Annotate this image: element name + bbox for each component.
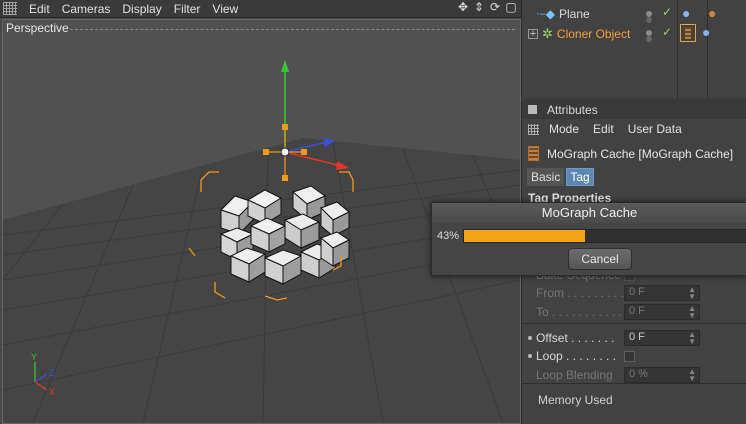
section-divider	[522, 323, 746, 324]
floor-plane	[3, 138, 520, 423]
to-field[interactable]: 0 F ▲ ▼	[624, 304, 700, 320]
spinner-icon[interactable]: ▲ ▼	[688, 305, 696, 320]
object-manager: ·– ◆ Plane ✓ ● ● + ✲ Cloner Object ✓ ●	[521, 0, 746, 98]
hierarchy-line-icon: ·–	[536, 7, 546, 20]
plane-icon: ◆	[545, 6, 556, 21]
axis-x-label: X	[49, 387, 55, 397]
to-row: To . . . . . . . . . . . 0 F ▲ ▼	[536, 304, 741, 320]
expand-toggle-icon[interactable]: +	[528, 28, 538, 39]
progress-percent: 43%	[437, 230, 460, 242]
animatable-dot[interactable]	[528, 336, 532, 340]
mograph-cache-icon	[528, 146, 539, 161]
rotate-icon[interactable]: ⟳	[489, 1, 501, 13]
viewport-view-label[interactable]: Perspective	[6, 21, 69, 35]
from-label: From . . . . . . . . .	[536, 286, 625, 300]
spinner-icon[interactable]: ▲ ▼	[688, 286, 696, 301]
menu-filter[interactable]: Filter	[174, 2, 201, 16]
render-dot[interactable]	[646, 36, 652, 42]
object-row-cloner[interactable]: + ✲ Cloner Object ✓ ●	[522, 24, 746, 43]
loop-blending-row: Loop Blending 0 % ▲ ▼	[536, 367, 741, 383]
memory-used-label: Memory Used	[538, 393, 613, 407]
enabled-check-icon[interactable]: ✓	[662, 25, 672, 39]
mograph-cache-dialog: MoGraph Cache 43% Cancel	[431, 202, 746, 276]
menu-user-data[interactable]: User Data	[628, 122, 682, 136]
object-row-plane[interactable]: ·– ◆ Plane ✓ ● ●	[522, 4, 746, 23]
menu-cameras[interactable]: Cameras	[62, 2, 111, 16]
animatable-dot[interactable]	[528, 354, 532, 358]
object-name-plane[interactable]: Plane	[559, 7, 590, 21]
menu-edit[interactable]: Edit	[29, 2, 50, 16]
viewport-menubar: Edit Cameras Display Filter View ✥ ⇕ ⟳ ▢	[0, 0, 521, 18]
menu-grid-icon[interactable]	[528, 123, 539, 135]
texture-tag-icon[interactable]: ●	[682, 5, 690, 21]
loop-blending-field[interactable]: 0 % ▲ ▼	[624, 367, 700, 383]
panel-toggle-icon[interactable]	[528, 105, 537, 114]
move-icon[interactable]: ✥	[457, 1, 469, 13]
attribute-tabs: Basic Tag	[527, 168, 594, 186]
menu-display[interactable]: Display	[122, 2, 161, 16]
texture-tag-icon[interactable]: ●	[702, 24, 710, 40]
spinner-icon[interactable]: ▲ ▼	[688, 331, 696, 346]
zoom-icon[interactable]: ⇕	[473, 1, 485, 13]
material-tag-icon[interactable]: ●	[708, 5, 716, 21]
cancel-button[interactable]: Cancel	[568, 248, 632, 270]
object-title-text: MoGraph Cache [MoGraph Cache]	[547, 146, 734, 161]
viewport-title-divider	[70, 29, 515, 30]
section-divider	[522, 383, 746, 384]
tab-tag[interactable]: Tag	[566, 168, 594, 186]
attributes-menubar: Mode Edit User Data	[522, 119, 746, 139]
menu-edit[interactable]: Edit	[593, 122, 614, 136]
loop-checkbox[interactable]	[624, 350, 635, 362]
enabled-check-icon[interactable]: ✓	[662, 5, 672, 19]
loop-row: Loop . . . . . . . .	[528, 348, 741, 364]
menu-view[interactable]: View	[212, 2, 238, 16]
to-label: To . . . . . . . . . . .	[536, 305, 623, 319]
axis-y-label: Y	[31, 352, 37, 362]
offset-row: Offset . . . . . . . 0 F ▲ ▼	[528, 330, 741, 346]
progress-fill	[464, 230, 586, 242]
attributes-header: Attributes	[522, 100, 746, 119]
viewport-grid-icon[interactable]	[3, 2, 17, 15]
maximize-icon[interactable]: ▢	[505, 1, 517, 13]
attributes-title: Attributes	[547, 102, 598, 117]
from-row: From . . . . . . . . . 0 F ▲ ▼	[536, 285, 741, 301]
tab-basic[interactable]: Basic	[527, 168, 565, 186]
render-dot[interactable]	[646, 17, 652, 23]
progress-bar	[463, 229, 746, 243]
offset-field[interactable]: 0 F ▲ ▼	[624, 330, 700, 346]
spinner-icon[interactable]: ▲ ▼	[688, 368, 696, 383]
loop-label: Loop . . . . . . . .	[536, 349, 617, 363]
menu-mode[interactable]: Mode	[549, 122, 579, 136]
dialog-title: MoGraph Cache	[432, 203, 746, 223]
offset-label: Offset . . . . . . .	[536, 331, 615, 345]
axis-z-label: Z	[49, 368, 55, 378]
cloner-icon: ✲	[542, 25, 553, 41]
object-name-cloner[interactable]: Cloner Object	[557, 27, 630, 41]
mograph-cache-tag-icon[interactable]	[680, 24, 696, 42]
loop-blending-label: Loop Blending	[536, 368, 613, 382]
from-field[interactable]: 0 F ▲ ▼	[624, 285, 700, 301]
object-title: MoGraph Cache [MoGraph Cache]	[528, 146, 733, 161]
